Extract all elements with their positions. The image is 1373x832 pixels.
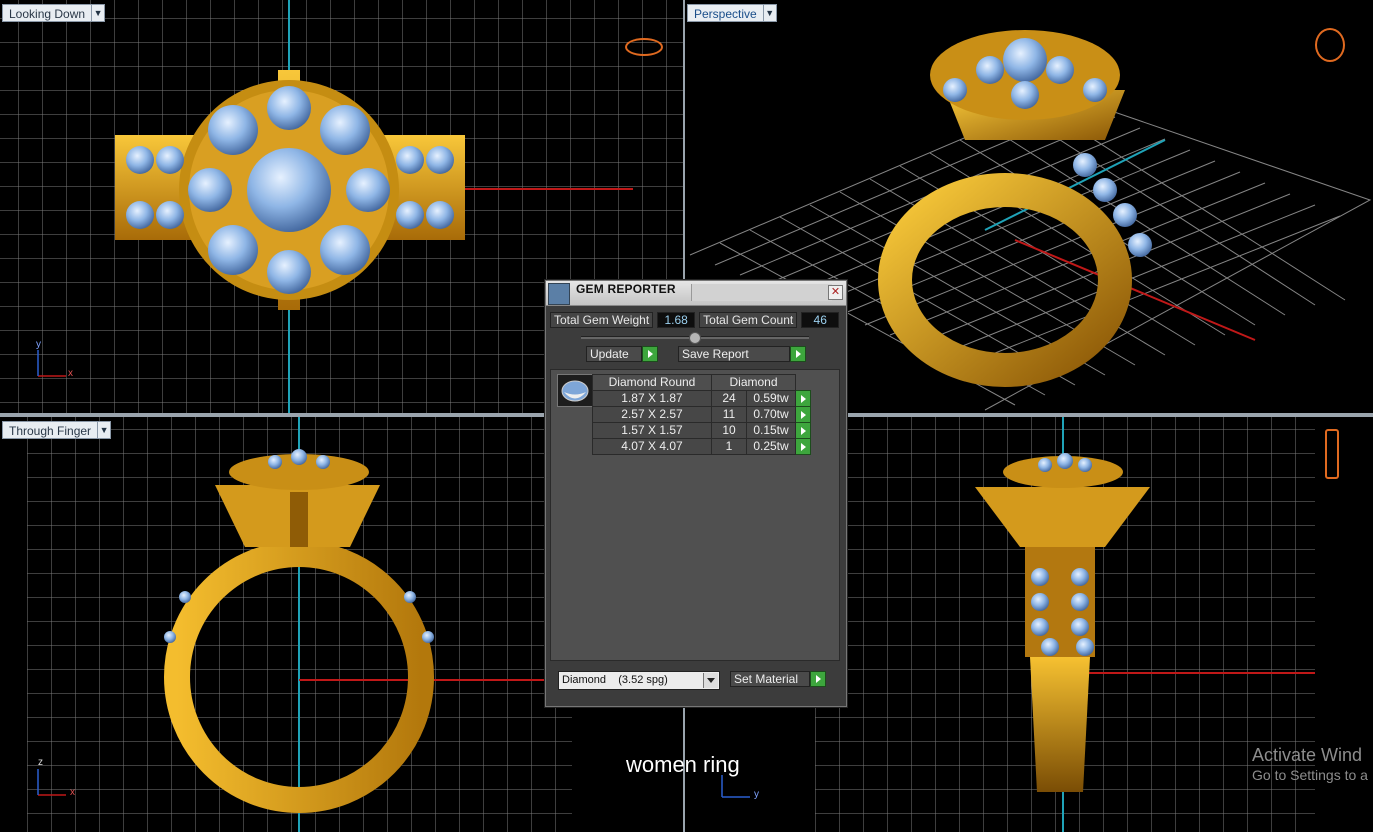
gem-weight: 0.15tw bbox=[746, 422, 796, 439]
gem-shape-header: Diamond Round bbox=[592, 374, 712, 391]
play-arrow-icon[interactable] bbox=[790, 346, 806, 362]
gem-size: 4.07 X 4.07 bbox=[592, 438, 712, 455]
material-select-value: Diamond (3.52 spg) bbox=[562, 674, 668, 686]
gem-count: 24 bbox=[711, 390, 747, 407]
activation-watermark: Activate Wind Go to Settings to a bbox=[1252, 745, 1368, 783]
total-gem-count-value: 46 bbox=[801, 312, 840, 328]
table-row[interactable]: 4.07 X 4.07 1 0.25tw bbox=[592, 438, 811, 455]
gem-weight: 0.25tw bbox=[746, 438, 796, 455]
material-select[interactable]: Diamond (3.52 spg) bbox=[558, 671, 720, 690]
gem-weight: 0.59tw bbox=[746, 390, 796, 407]
play-arrow-icon[interactable] bbox=[810, 671, 826, 687]
watermark-title: Activate Wind bbox=[1252, 745, 1363, 765]
view-cube-ring-icon[interactable] bbox=[1325, 429, 1339, 479]
gem-round-icon-graphic bbox=[561, 380, 589, 402]
gem-weight: 0.70tw bbox=[746, 406, 796, 423]
select-row-arrow-icon[interactable] bbox=[795, 406, 811, 423]
gem-size: 2.57 X 2.57 bbox=[592, 406, 712, 423]
gem-count: 10 bbox=[711, 422, 747, 439]
gem-count: 1 bbox=[711, 438, 747, 455]
axis-z-label: z bbox=[38, 757, 43, 768]
gem-reporter-titlebar[interactable]: GEM REPORTER ✕ bbox=[546, 281, 846, 306]
gem-totals: Total Gem Weight 1.68 Total Gem Count 46 bbox=[550, 312, 840, 328]
caption-text: women ring bbox=[626, 752, 740, 777]
view-cube-ring-icon[interactable] bbox=[1315, 28, 1345, 62]
header-spacer bbox=[796, 375, 811, 391]
gem-reporter-dialog[interactable]: GEM REPORTER ✕ Total Gem Weight 1.68 Tot… bbox=[545, 280, 847, 707]
viewport-label-text: Looking Down bbox=[2, 4, 93, 22]
axis-y-label: y bbox=[36, 339, 41, 350]
total-gem-weight-label: Total Gem Weight bbox=[550, 312, 654, 328]
axis-x-label: x bbox=[70, 787, 75, 798]
viewport-label-perspective[interactable]: Perspective ▼ bbox=[687, 4, 777, 22]
select-row-arrow-icon[interactable] bbox=[795, 390, 811, 407]
table-row[interactable]: 2.57 X 2.57 11 0.70tw bbox=[592, 406, 811, 423]
gem-table-header: Diamond Round Diamond bbox=[592, 374, 811, 391]
gem-list-panel: Diamond Round Diamond 1.87 X 1.87 24 0.5… bbox=[550, 369, 840, 661]
select-row-arrow-icon[interactable] bbox=[795, 422, 811, 439]
gem-reporter-app-icon bbox=[548, 283, 570, 305]
update-button-label: Update bbox=[586, 346, 642, 362]
view-cube-ring-icon[interactable] bbox=[625, 38, 663, 56]
gem-reporter-title: GEM REPORTER bbox=[576, 282, 676, 296]
watermark-subtitle: Go to Settings to a bbox=[1252, 767, 1368, 783]
gem-table: Diamond Round Diamond 1.87 X 1.87 24 0.5… bbox=[592, 374, 811, 455]
axis-x-label: x bbox=[68, 368, 73, 379]
total-gem-count-label: Total Gem Count bbox=[699, 312, 798, 328]
titlebar-spacer bbox=[691, 284, 832, 301]
gem-size: 1.87 X 1.87 bbox=[592, 390, 712, 407]
viewport-menu-arrow-icon[interactable]: ▼ bbox=[763, 4, 777, 22]
chevron-down-icon[interactable] bbox=[703, 673, 718, 688]
table-row[interactable]: 1.87 X 1.87 24 0.59tw bbox=[592, 390, 811, 407]
gem-size: 1.57 X 1.57 bbox=[592, 422, 712, 439]
viewport-label-looking-down[interactable]: Looking Down ▼ bbox=[2, 4, 106, 22]
ring-perspective bbox=[878, 30, 1152, 387]
save-report-button[interactable]: Save Report bbox=[678, 346, 806, 362]
gem-round-icon[interactable] bbox=[557, 374, 593, 407]
set-material-button-label: Set Material bbox=[730, 671, 810, 687]
update-button[interactable]: Update bbox=[586, 346, 658, 362]
slider-knob[interactable] bbox=[689, 332, 701, 344]
viewport-label-text: Through Finger bbox=[2, 421, 99, 439]
select-row-arrow-icon[interactable] bbox=[795, 438, 811, 455]
gem-count: 11 bbox=[711, 406, 747, 423]
axis-y-label: y bbox=[754, 789, 759, 800]
set-material-button[interactable]: Set Material bbox=[730, 671, 826, 687]
gem-material-header: Diamond bbox=[711, 374, 796, 391]
save-report-button-label: Save Report bbox=[678, 346, 790, 362]
viewport-menu-arrow-icon[interactable]: ▼ bbox=[98, 421, 112, 439]
viewport-label-through-finger[interactable]: Through Finger ▼ bbox=[2, 421, 112, 439]
gem-reporter-slider[interactable] bbox=[581, 332, 809, 344]
close-icon[interactable]: ✕ bbox=[828, 285, 843, 300]
viewport-label-text: Perspective bbox=[687, 4, 764, 22]
total-gem-weight-value: 1.68 bbox=[657, 312, 696, 328]
viewport-menu-arrow-icon[interactable]: ▼ bbox=[92, 4, 106, 22]
table-row[interactable]: 1.57 X 1.57 10 0.15tw bbox=[592, 422, 811, 439]
play-arrow-icon[interactable] bbox=[642, 346, 658, 362]
